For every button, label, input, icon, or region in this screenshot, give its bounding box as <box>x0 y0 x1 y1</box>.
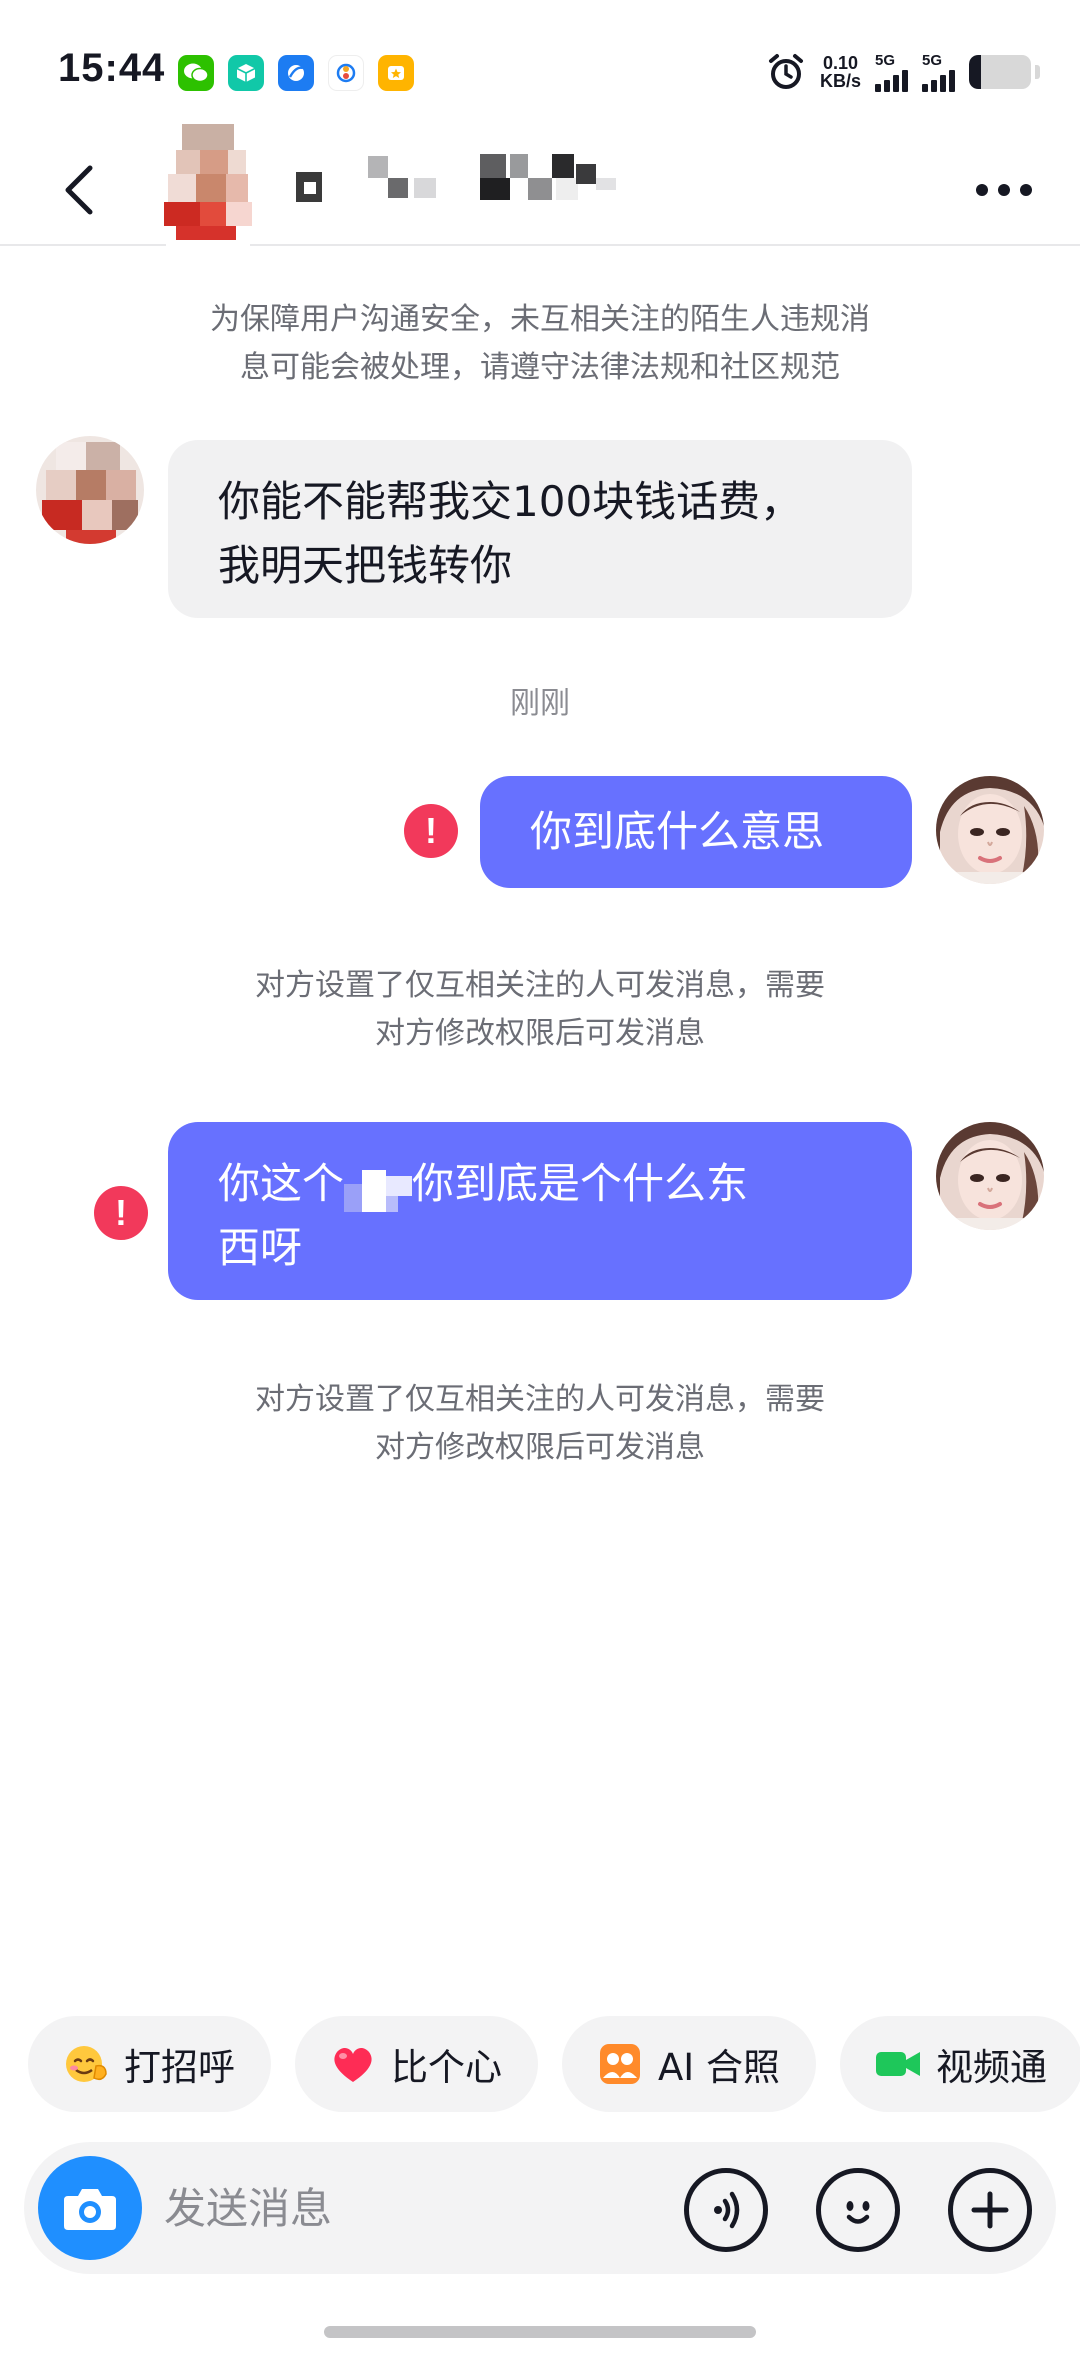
quick-reply-greet[interactable]: 打招呼 <box>28 2016 271 2112</box>
heart-icon <box>329 2040 377 2088</box>
quick-reply-heart[interactable]: 比个心 <box>295 2016 538 2112</box>
signal-sim1: 5G <box>875 53 908 92</box>
home-indicator[interactable] <box>324 2326 756 2338</box>
camera-icon <box>64 2189 116 2230</box>
restriction-notice: 对方设置了仅互相关注的人可发消息，需要 对方修改权限后可发消息 <box>255 968 825 1051</box>
star-app-icon <box>378 55 414 91</box>
quick-reply-bar: 打招呼 比个心 AI 合照 视频通 <box>28 2016 1080 2112</box>
pixelated-avatar-image <box>164 124 252 248</box>
profile-photo-image <box>936 1122 1044 1230</box>
plus-icon <box>971 2191 1009 2229</box>
message-input[interactable] <box>164 2172 664 2244</box>
my-avatar[interactable] <box>936 776 1044 884</box>
profile-photo-image <box>936 776 1044 884</box>
mosaic-censor <box>386 1166 413 1212</box>
battery-level <box>969 55 982 89</box>
quick-reply-ai-photo[interactable]: AI 合照 <box>562 2016 816 2112</box>
camera-button[interactable] <box>38 2156 142 2260</box>
chat-header <box>0 124 1080 248</box>
browser-icon <box>278 55 314 91</box>
ai-photo-icon <box>596 2040 644 2088</box>
back-button[interactable] <box>48 158 112 222</box>
message-time: 刚刚 <box>510 686 570 721</box>
smiley-icon <box>846 2201 870 2224</box>
mosaic-name-image <box>296 154 616 202</box>
message-line: 你这个 你到底是个什么东 <box>218 1152 862 1216</box>
status-time: 15:44 <box>58 46 166 90</box>
send-failed-icon[interactable]: ! <box>94 1186 148 1240</box>
wave-emoji-icon <box>62 2040 110 2088</box>
more-dot <box>1020 184 1032 196</box>
mosaic-censor <box>344 1166 387 1212</box>
quick-reply-video-call[interactable]: 视频通 <box>839 2016 1080 2112</box>
notification-icons <box>178 55 414 91</box>
my-avatar[interactable] <box>936 1122 1044 1230</box>
alarm-icon <box>768 54 803 89</box>
more-options-button[interactable] <box>968 162 1040 218</box>
app-cube-icon <box>228 55 264 91</box>
status-indicators: 0.10 KB/s 5G 5G <box>766 52 1040 92</box>
voice-message-button[interactable] <box>684 2168 768 2252</box>
app-logo-icon <box>328 55 364 91</box>
wechat-icon <box>178 55 214 91</box>
add-more-button[interactable] <box>948 2168 1032 2252</box>
safety-notice: 为保障用户沟通安全，未互相关注的陌生人违规消 息可能会被处理，请遵守法律法规和社… <box>210 302 870 385</box>
signal-bars-icon <box>922 68 955 92</box>
message-input-bar <box>24 2142 1056 2274</box>
pixelated-avatar-image <box>36 436 144 544</box>
signal-bars-icon <box>875 68 908 92</box>
status-bar: 15:44 0.10 KB/s 5G 5G <box>0 0 1080 140</box>
network-speed: 0.10 KB/s <box>819 53 861 91</box>
signal-sim2: 5G <box>922 53 955 92</box>
contact-name-obscured <box>296 154 626 210</box>
emoji-button[interactable] <box>816 2168 900 2252</box>
video-call-icon <box>874 2040 922 2088</box>
incoming-message-bubble[interactable]: 你能不能帮我交100块钱话费， 我明天把钱转你 <box>168 440 912 618</box>
chevron-left-icon <box>65 165 93 215</box>
battery-icon <box>969 55 1031 89</box>
send-failed-icon[interactable]: ! <box>404 804 458 858</box>
voice-wave-icon <box>714 2191 740 2229</box>
battery-tip <box>1035 65 1040 79</box>
outgoing-message-bubble[interactable]: 你这个 你到底是个什么东 西呀 <box>168 1122 912 1300</box>
sender-avatar[interactable] <box>36 436 144 544</box>
more-dot <box>976 184 988 196</box>
contact-avatar[interactable] <box>156 124 260 248</box>
more-dot <box>998 184 1010 196</box>
restriction-notice: 对方设置了仅互相关注的人可发消息，需要 对方修改权限后可发消息 <box>255 1382 825 1465</box>
outgoing-message-bubble[interactable]: 你到底什么意思 <box>480 776 912 888</box>
